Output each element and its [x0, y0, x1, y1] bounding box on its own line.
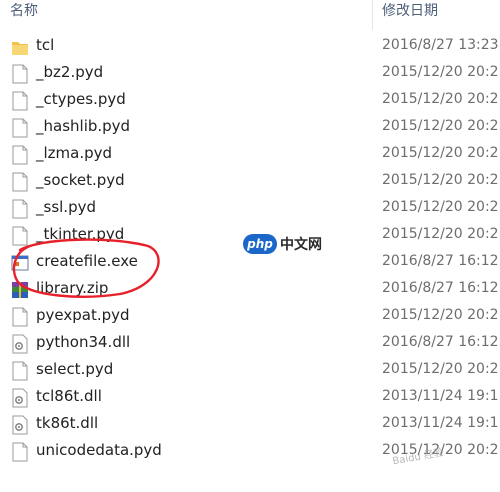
file-modified-date: 2015/12/20 20:2 [382, 226, 499, 242]
file-modified-date: 2016/8/27 13:23 [382, 37, 499, 53]
file-row[interactable]: tcl 2016/8/27 13:23 [0, 33, 500, 60]
file-modified-date: 2015/12/20 20:2 [382, 145, 499, 161]
file-row[interactable]: python34.dll 2016/8/27 16:12 [0, 330, 500, 357]
file-icon [11, 91, 29, 111]
folder-icon [11, 37, 29, 57]
file-name[interactable]: _ssl.pyd [36, 198, 96, 216]
file-icon [11, 64, 29, 84]
file-modified-date: 2015/12/20 20:2 [382, 307, 499, 323]
file-icon [11, 226, 29, 246]
column-header: 名称 修改日期 [0, 0, 500, 30]
file-name[interactable]: _lzma.pyd [36, 144, 112, 162]
file-modified-date: 2016/8/27 16:12 [382, 280, 499, 296]
file-name[interactable]: unicodedata.pyd [36, 441, 162, 459]
file-name[interactable]: tk86t.dll [36, 414, 98, 432]
file-icon [11, 307, 29, 327]
file-name[interactable]: _ctypes.pyd [36, 90, 126, 108]
file-row[interactable]: _ctypes.pyd 2015/12/20 20:2 [0, 87, 500, 114]
file-modified-date: 2016/8/27 16:12 [382, 334, 499, 350]
file-row[interactable]: library.zip 2016/8/27 16:12 [0, 276, 500, 303]
file-name[interactable]: _socket.pyd [36, 171, 125, 189]
file-icon [11, 172, 29, 192]
file-name[interactable]: library.zip [36, 279, 108, 297]
file-row[interactable]: tcl86t.dll 2013/11/24 19:1 [0, 384, 500, 411]
file-modified-date: 2015/12/20 20:2 [382, 172, 499, 188]
file-modified-date: 2013/11/24 19:1 [382, 415, 499, 431]
file-name[interactable]: pyexpat.pyd [36, 306, 130, 324]
file-name[interactable]: _tkinter.pyd [36, 225, 124, 243]
file-name[interactable]: _hashlib.pyd [36, 117, 130, 135]
logo-badge: php [243, 234, 277, 254]
file-name[interactable]: tcl86t.dll [36, 387, 102, 405]
file-icon [11, 145, 29, 165]
name-column-header[interactable]: 名称 [10, 0, 38, 20]
file-modified-date: 2015/12/20 20:2 [382, 91, 499, 107]
file-row[interactable]: _hashlib.pyd 2015/12/20 20:2 [0, 114, 500, 141]
column-divider[interactable] [372, 0, 373, 30]
exe-icon [11, 253, 29, 273]
file-icon [11, 442, 29, 462]
file-modified-date: 2015/12/20 20:2 [382, 361, 499, 377]
file-modified-date: 2016/8/27 16:12 [382, 253, 499, 269]
file-row[interactable]: pyexpat.pyd 2015/12/20 20:2 [0, 303, 500, 330]
file-icon [11, 199, 29, 219]
file-modified-date: 2015/12/20 20:2 [382, 64, 499, 80]
file-row[interactable]: _ssl.pyd 2015/12/20 20:2 [0, 195, 500, 222]
file-name[interactable]: createfile.exe [36, 252, 138, 270]
dll-icon [11, 415, 29, 435]
date-column-header[interactable]: 修改日期 [382, 0, 438, 20]
file-name[interactable]: select.pyd [36, 360, 113, 378]
file-modified-date: 2015/12/20 20:2 [382, 118, 499, 134]
file-row[interactable]: _bz2.pyd 2015/12/20 20:2 [0, 60, 500, 87]
file-name[interactable]: tcl [36, 36, 54, 54]
file-row[interactable]: _lzma.pyd 2015/12/20 20:2 [0, 141, 500, 168]
file-modified-date: 2015/12/20 20:2 [382, 199, 499, 215]
file-row[interactable]: tk86t.dll 2013/11/24 19:1 [0, 411, 500, 438]
file-row[interactable]: select.pyd 2015/12/20 20:2 [0, 357, 500, 384]
php-logo: php 中文网 [243, 233, 322, 255]
file-name[interactable]: python34.dll [36, 333, 130, 351]
file-name[interactable]: _bz2.pyd [36, 63, 103, 81]
file-row[interactable]: _socket.pyd 2015/12/20 20:2 [0, 168, 500, 195]
dll-icon [11, 388, 29, 408]
file-modified-date: 2013/11/24 19:1 [382, 388, 499, 404]
file-icon [11, 118, 29, 138]
file-icon [11, 361, 29, 381]
dll-icon [11, 334, 29, 354]
logo-text: 中文网 [280, 237, 322, 253]
zip-icon [11, 280, 29, 300]
